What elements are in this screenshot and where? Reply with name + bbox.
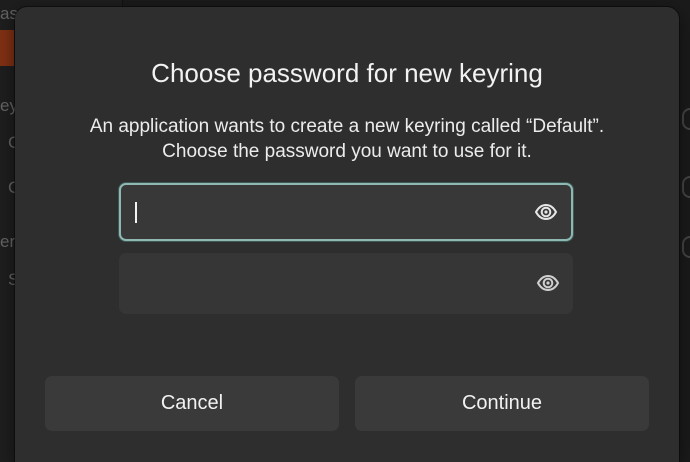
password-field[interactable]	[119, 183, 573, 241]
eye-icon[interactable]	[534, 200, 558, 224]
confirm-password-field[interactable]	[119, 253, 573, 314]
keyring-password-dialog: Choose password for new keyring An appli…	[15, 7, 679, 462]
continue-button[interactable]: Continue	[355, 376, 649, 431]
dialog-message-line: An application wants to create a new key…	[89, 116, 605, 137]
confirm-password-input[interactable]	[131, 253, 511, 314]
dialog-title: Choose password for new keyring	[151, 58, 543, 88]
password-input[interactable]	[133, 185, 513, 239]
dialog-message-line: Choose the password you want to use for …	[162, 141, 532, 162]
cancel-button[interactable]: Cancel	[45, 376, 339, 431]
eye-icon[interactable]	[536, 271, 560, 295]
dialog-message: An application wants to create a new key…	[15, 114, 679, 164]
